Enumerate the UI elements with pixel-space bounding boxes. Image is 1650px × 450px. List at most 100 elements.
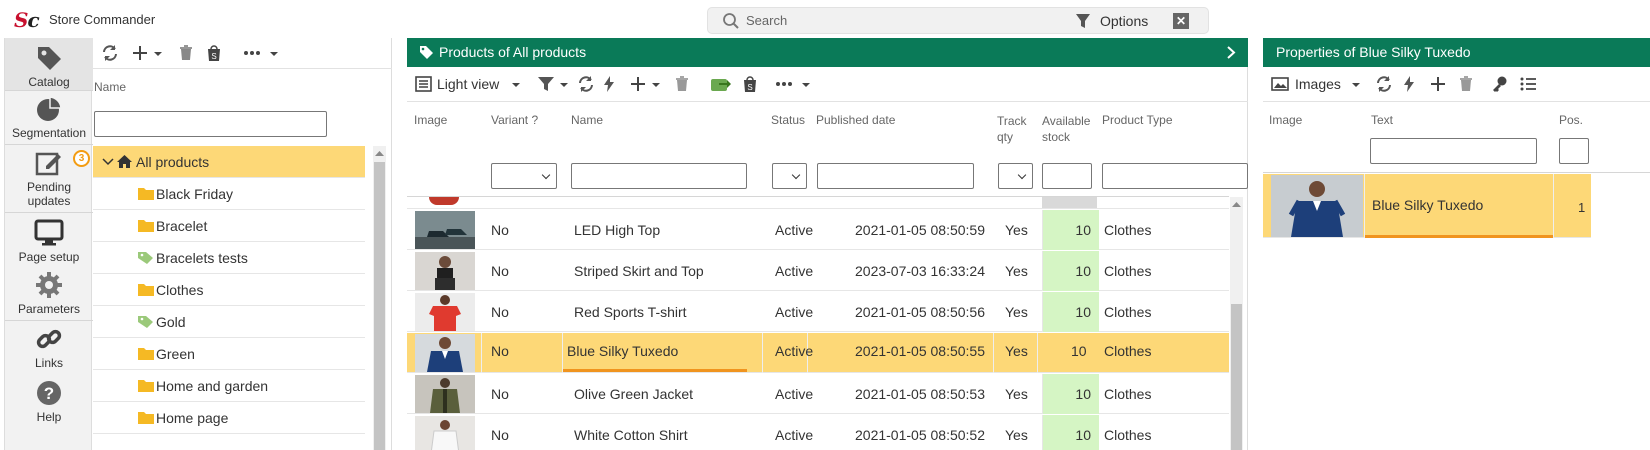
tree-item-clothes[interactable]: Clothes	[93, 274, 365, 306]
global-search[interactable]: Search Options ✕	[707, 7, 1209, 34]
properties-text-filter[interactable]	[1370, 138, 1537, 164]
chevron-down-icon[interactable]	[651, 75, 661, 93]
published-filter[interactable]	[817, 163, 974, 189]
tree-root-all-products[interactable]: All products	[93, 146, 365, 178]
status-filter[interactable]	[772, 163, 807, 189]
tree-item-black-friday[interactable]: Black Friday	[93, 178, 365, 210]
app-logo[interactable]: Sc	[14, 8, 40, 32]
nav-links[interactable]: Links	[5, 324, 93, 374]
filter-icon[interactable]	[1075, 12, 1091, 30]
properties-view-select[interactable]: Images	[1295, 76, 1341, 92]
bolt-icon[interactable]	[603, 75, 615, 93]
search-placeholder[interactable]: Search	[746, 13, 787, 28]
ordered-list-icon[interactable]	[1519, 75, 1537, 93]
table-row[interactable]: No LED High Top Active 2021-01-05 08:50:…	[407, 210, 1229, 250]
tree-item-gold[interactable]: Gold	[93, 306, 365, 338]
product-thumbnail[interactable]	[415, 211, 475, 249]
properties-column-text[interactable]: Text	[1371, 113, 1393, 127]
add-icon[interactable]	[131, 44, 149, 62]
chevron-down-icon[interactable]	[269, 44, 279, 62]
key-icon[interactable]	[1491, 75, 1509, 93]
tree-item-bracelets-tests[interactable]: Bracelets tests	[93, 242, 365, 274]
product-thumbnail[interactable]	[415, 416, 475, 450]
category-scrollbar[interactable]	[373, 146, 386, 450]
products-scroll-thumb[interactable]	[1231, 304, 1242, 450]
more-icon[interactable]	[243, 44, 261, 62]
column-variant[interactable]: Variant ?	[491, 113, 538, 127]
close-icon[interactable]: ✕	[1173, 13, 1189, 29]
refresh-icon[interactable]	[577, 75, 595, 93]
column-status[interactable]: Status	[771, 113, 805, 127]
trash-icon[interactable]	[1457, 75, 1475, 93]
properties-row-selected[interactable]: Blue Silky Tuxedo 1	[1263, 174, 1591, 238]
shop-bag-icon[interactable]: S	[741, 75, 759, 93]
stock-cell[interactable]: 10	[1042, 251, 1099, 291]
filter-icon[interactable]	[537, 75, 555, 93]
products-scrollbar[interactable]	[1230, 197, 1243, 450]
more-icon[interactable]	[775, 75, 793, 93]
nav-catalog[interactable]: Catalog	[5, 38, 93, 90]
refresh-icon[interactable]	[1375, 75, 1393, 93]
variant-filter[interactable]	[491, 163, 557, 189]
category-scroll-thumb[interactable]	[374, 162, 385, 450]
tree-item-home-and-garden[interactable]: Home and garden	[93, 370, 365, 402]
product-thumbnail[interactable]	[415, 375, 475, 413]
properties-column-pos[interactable]: Pos.	[1559, 113, 1583, 127]
name-filter[interactable]	[571, 163, 747, 189]
list-view-icon[interactable]	[415, 75, 432, 93]
table-row[interactable]: No Red Sports T-shirt Active 2021-01-05 …	[407, 292, 1229, 332]
column-product-type[interactable]: Product Type	[1102, 113, 1173, 127]
table-row-partial[interactable]	[407, 197, 1229, 209]
nav-help[interactable]: ? Help	[5, 378, 93, 428]
column-track-qty[interactable]: Track qty	[997, 113, 1027, 145]
properties-column-image[interactable]: Image	[1269, 113, 1302, 127]
column-image[interactable]: Image	[414, 113, 447, 127]
column-name[interactable]: Name	[571, 113, 603, 127]
properties-pos-filter[interactable]	[1559, 138, 1589, 164]
product-thumbnail[interactable]	[415, 293, 475, 331]
stock-cell[interactable]: 10	[1042, 292, 1099, 332]
product-image[interactable]	[1271, 175, 1363, 237]
trash-icon[interactable]	[177, 44, 195, 62]
tree-item-home-page[interactable]: Home page	[93, 402, 365, 434]
stock-cell[interactable]: 10	[1042, 210, 1099, 250]
table-row[interactable]: No Olive Green Jacket Active 2021-01-05 …	[407, 374, 1229, 414]
refresh-icon[interactable]	[101, 44, 119, 62]
chevron-right-icon[interactable]	[1227, 46, 1236, 59]
add-icon[interactable]	[629, 75, 647, 93]
table-row-selected[interactable]: No Blue Silky Tuxedo Active 2021-01-05 0…	[407, 333, 1229, 373]
export-icon[interactable]	[709, 75, 731, 93]
chevron-down-icon[interactable]	[1351, 75, 1361, 93]
stock-filter[interactable]	[1042, 163, 1092, 189]
product-thumbnail[interactable]	[415, 252, 475, 290]
scroll-up-icon[interactable]	[1232, 201, 1241, 207]
chevron-down-icon[interactable]	[801, 75, 811, 93]
table-row[interactable]: No White Cotton Shirt Active 2021-01-05 …	[407, 415, 1229, 450]
options-button[interactable]: Options	[1100, 13, 1148, 29]
tree-item-bracelet[interactable]: Bracelet	[93, 210, 365, 242]
nav-segmentation[interactable]: Segmentation	[5, 94, 93, 144]
category-name-filter[interactable]	[94, 111, 327, 137]
chevron-down-icon[interactable]	[102, 157, 114, 167]
product-thumbnail[interactable]	[415, 334, 475, 372]
column-published-date[interactable]: Published date	[816, 113, 895, 127]
add-icon[interactable]	[1429, 75, 1447, 93]
stock-cell[interactable]: 10	[1042, 374, 1099, 414]
stock-cell[interactable]: 10	[1042, 415, 1099, 450]
chevron-down-icon[interactable]	[559, 75, 569, 93]
chevron-down-icon[interactable]	[153, 44, 163, 62]
column-available-stock[interactable]: Available stock	[1042, 113, 1090, 145]
category-name-header[interactable]: Name	[94, 80, 126, 94]
product-type-filter[interactable]	[1102, 163, 1248, 189]
view-mode-select[interactable]: Light view	[437, 76, 499, 92]
bolt-icon[interactable]	[1403, 75, 1415, 93]
image-icon[interactable]	[1271, 75, 1289, 93]
shop-bag-icon[interactable]: S	[205, 44, 223, 62]
nav-page-setup[interactable]: Page setup	[5, 218, 93, 268]
table-row[interactable]: No Striped Skirt and Top Active 2023-07-…	[407, 251, 1229, 291]
track-qty-filter[interactable]	[998, 163, 1033, 189]
trash-icon[interactable]	[673, 75, 691, 93]
nav-parameters[interactable]: Parameters	[5, 270, 93, 320]
scroll-up-icon[interactable]	[375, 150, 384, 156]
chevron-down-icon[interactable]	[511, 75, 521, 93]
